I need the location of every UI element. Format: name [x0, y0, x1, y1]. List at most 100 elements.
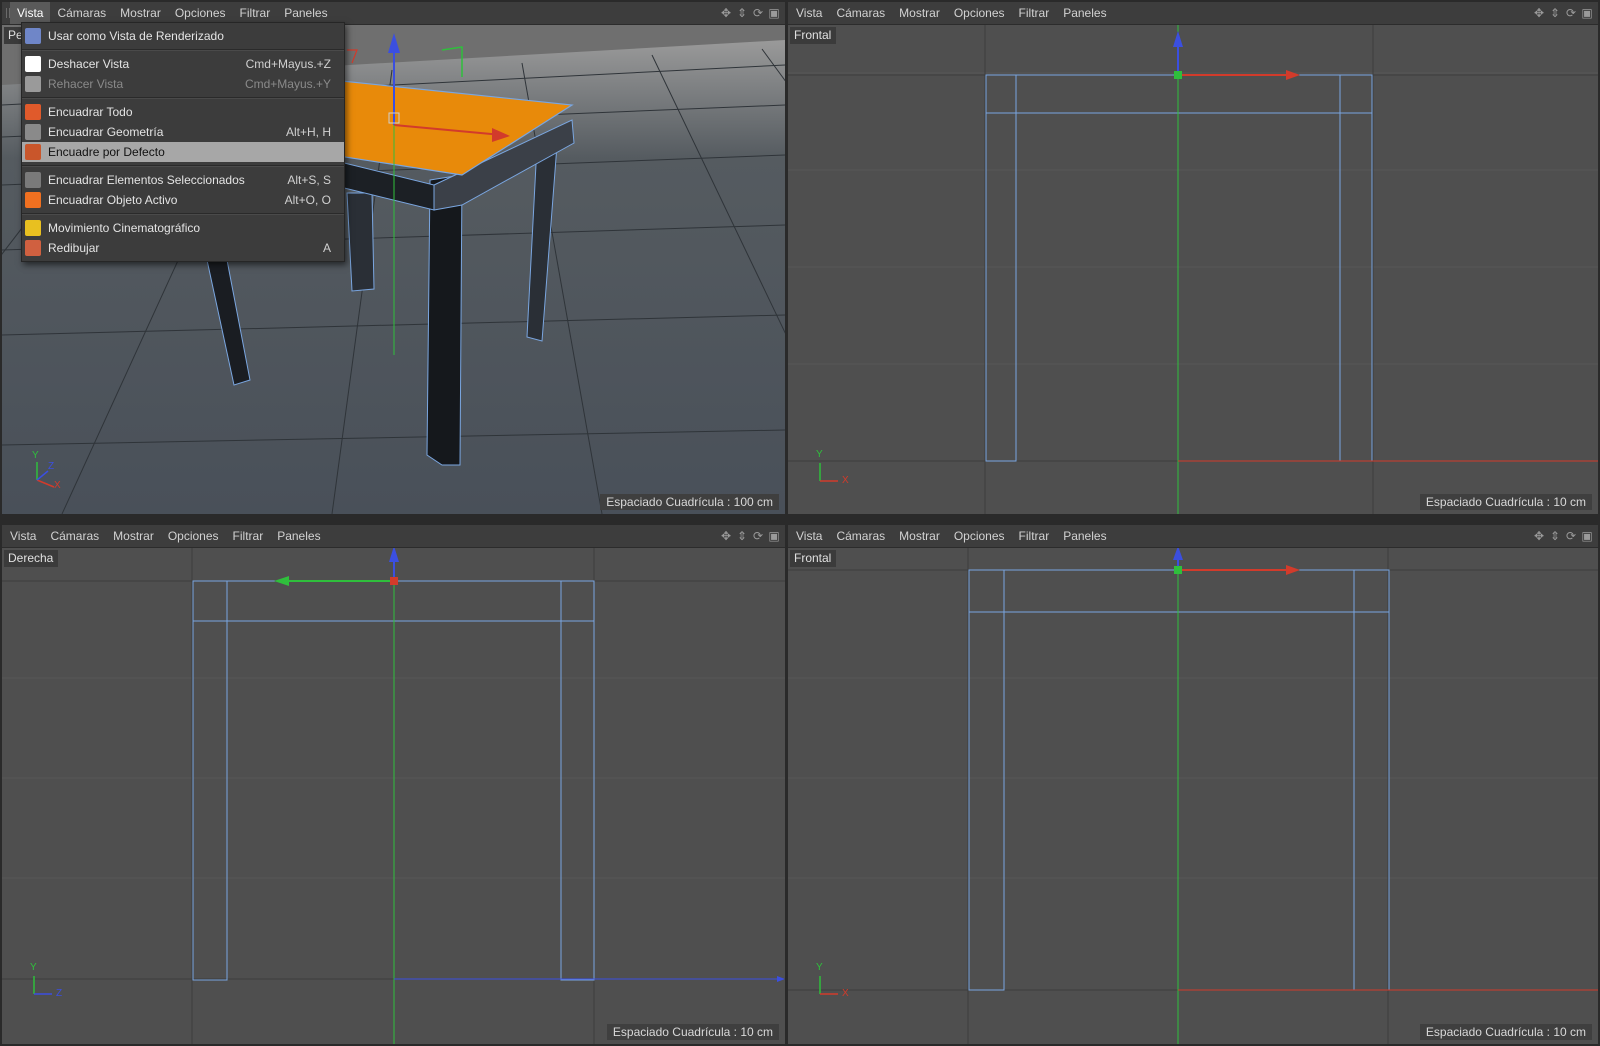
menu-filtrar[interactable]: Filtrar: [226, 525, 271, 547]
menu-camaras[interactable]: Cámaras: [43, 525, 106, 547]
dropdown-item[interactable]: Deshacer Vista Cmd+Mayus.+Z: [22, 54, 344, 74]
dropdown-item-label: Encuadrar Todo: [48, 105, 133, 119]
menu-mostrar[interactable]: Mostrar: [113, 2, 168, 24]
dropdown-item[interactable]: Encuadrar Todo: [22, 102, 344, 122]
viewport-menubar: Vista Cámaras Mostrar Opciones Filtrar Panele…: [788, 2, 1598, 25]
move-icon[interactable]: ✥: [719, 528, 733, 544]
dropdown-item-shortcut: Alt+H, H: [285, 125, 331, 139]
menu-vista[interactable]: Vista: [10, 2, 51, 24]
grid-spacing-label: Espaciado Cuadrícula : 10 cm: [1419, 494, 1592, 510]
dropdown-item-label: Encuadre por Defecto: [48, 145, 165, 159]
viewport-menubar: Vista Cámaras Mostrar Opciones Filtrar Panele…: [788, 525, 1598, 548]
undo-view-icon: [25, 56, 41, 72]
grid-spacing-label: Espaciado Cuadrícula : 100 cm: [600, 494, 779, 510]
right-viewport[interactable]: Vista Cámaras Mostrar Opciones Filtrar Panele…: [2, 525, 785, 1044]
dropdown-item-label: Encuadrar Geometría: [48, 125, 164, 139]
cinematic-icon: [25, 220, 41, 236]
axis-x-label: X: [842, 988, 849, 999]
menu-mostrar[interactable]: Mostrar: [106, 525, 161, 547]
axis-y-label: Y: [32, 450, 39, 461]
menu-filtrar[interactable]: Filtrar: [233, 2, 278, 24]
move-icon[interactable]: ✥: [719, 5, 733, 21]
maximize-icon[interactable]: ▣: [1580, 5, 1594, 21]
menu-mostrar[interactable]: Mostrar: [892, 525, 947, 547]
menu-opciones[interactable]: Opciones: [947, 2, 1012, 24]
viewport-canvas[interactable]: Frontal Y X Espaciado Cuadrícula : 10 cm: [788, 25, 1598, 514]
menu-filtrar[interactable]: Filtrar: [1012, 525, 1057, 547]
menu-separator: [22, 49, 344, 51]
rotate-icon[interactable]: ⟳: [751, 5, 765, 21]
axis-x-label: X: [842, 475, 849, 486]
axis-y-label: Y: [30, 962, 37, 973]
menu-mostrar[interactable]: Mostrar: [892, 2, 947, 24]
menu-opciones[interactable]: Opciones: [947, 525, 1012, 547]
maximize-icon[interactable]: ▣: [767, 528, 781, 544]
dropdown-item[interactable]: Encuadrar Objeto Activo Alt+O, O: [22, 190, 344, 210]
dropdown-item-shortcut: Cmd+Mayus.+Z: [245, 57, 331, 71]
frame-default-icon: [25, 144, 41, 160]
dropdown-item[interactable]: Usar como Vista de Renderizado: [22, 26, 344, 46]
viewport-menubar: Vista Cámaras Mostrar Opciones Filtrar Panele…: [2, 525, 785, 548]
render-view-icon: [25, 28, 41, 44]
dropdown-item-shortcut: Alt+O, O: [284, 193, 331, 207]
move-icon[interactable]: ✥: [1532, 528, 1546, 544]
dropdown-item-shortcut: Cmd+Mayus.+Y: [244, 77, 331, 91]
menu-opciones[interactable]: Opciones: [168, 2, 233, 24]
dropdown-item[interactable]: Redibujar A: [22, 238, 344, 258]
frame-all-icon: [25, 104, 41, 120]
dropdown-item-label: Encuadrar Objeto Activo: [48, 193, 178, 207]
dropdown-item-shortcut: A: [322, 241, 331, 255]
rotate-icon[interactable]: ⟳: [751, 528, 765, 544]
zoom-icon[interactable]: ⇕: [735, 528, 749, 544]
axis-z-label: Z: [48, 461, 55, 472]
axis-y-label: Y: [816, 962, 823, 973]
menu-vista[interactable]: Vista: [789, 525, 829, 547]
menu-camaras[interactable]: Cámaras: [829, 525, 892, 547]
front-bottom-viewport[interactable]: Vista Cámaras Mostrar Opciones Filtrar Panele…: [788, 525, 1598, 1044]
dropdown-item-shortcut: Alt+S, S: [287, 173, 331, 187]
nav-icons: ✥ ⇕ ⟳ ▣: [1532, 528, 1594, 544]
menu-paneles[interactable]: Paneles: [1056, 2, 1113, 24]
dropdown-item[interactable]: Encuadre por Defecto: [22, 142, 344, 162]
zoom-icon[interactable]: ⇕: [1548, 5, 1562, 21]
rotate-icon[interactable]: ⟳: [1564, 5, 1578, 21]
menu-filtrar[interactable]: Filtrar: [1012, 2, 1057, 24]
nav-icons: ✥ ⇕ ⟳ ▣: [1532, 5, 1594, 21]
zoom-icon[interactable]: ⇕: [1548, 528, 1562, 544]
menu-paneles[interactable]: Paneles: [270, 525, 327, 547]
menu-vista[interactable]: Vista: [3, 525, 43, 547]
nav-icons: ✥ ⇕ ⟳ ▣: [719, 5, 781, 21]
dropdown-item-label: Movimiento Cinematográfico: [48, 221, 201, 235]
dropdown-item[interactable]: Movimiento Cinematográfico: [22, 218, 344, 238]
menu-camaras[interactable]: Cámaras: [50, 2, 113, 24]
menu-paneles[interactable]: Paneles: [277, 2, 334, 24]
menu-vista[interactable]: Vista: [789, 2, 829, 24]
frame-active-icon: [25, 192, 41, 208]
move-icon[interactable]: ✥: [1532, 5, 1546, 21]
viewport-canvas[interactable]: Frontal Y X Espaciado Cuadrícula : 10 cm: [788, 548, 1598, 1044]
dropdown-item-label: Encuadrar Elementos Seleccionados: [48, 173, 245, 187]
view-label: Derecha: [4, 550, 59, 567]
dropdown-item[interactable]: Encuadrar Elementos Seleccionados Alt+S, …: [22, 170, 344, 190]
menu-camaras[interactable]: Cámaras: [829, 2, 892, 24]
front-top-viewport[interactable]: Vista Cámaras Mostrar Opciones Filtrar Panele…: [788, 2, 1598, 514]
right-wireframe: [2, 548, 785, 1044]
axis-y-label: Y: [816, 449, 823, 460]
menu-opciones[interactable]: Opciones: [161, 525, 226, 547]
rotate-icon[interactable]: ⟳: [1564, 528, 1578, 544]
dropdown-item-label: Redibujar: [48, 241, 100, 255]
maximize-icon[interactable]: ▣: [767, 5, 781, 21]
vista-dropdown-menu: Usar como Vista de Renderizado Deshacer V…: [21, 22, 345, 262]
axis-z-label: Z: [56, 988, 63, 999]
menu-separator: [22, 165, 344, 167]
menu-paneles[interactable]: Paneles: [1056, 525, 1113, 547]
dropdown-item-label: Deshacer Vista: [48, 57, 130, 71]
dropdown-item-label: Usar como Vista de Renderizado: [48, 29, 224, 43]
frame-geometry-icon: [25, 124, 41, 140]
redo-view-icon: [25, 76, 41, 92]
viewport-canvas[interactable]: Derecha Y Z Espaciado Cuadrícula : 10 cm: [2, 548, 785, 1044]
view-label: Frontal: [790, 550, 837, 567]
maximize-icon[interactable]: ▣: [1580, 528, 1594, 544]
dropdown-item[interactable]: Encuadrar Geometría Alt+H, H: [22, 122, 344, 142]
zoom-icon[interactable]: ⇕: [735, 5, 749, 21]
